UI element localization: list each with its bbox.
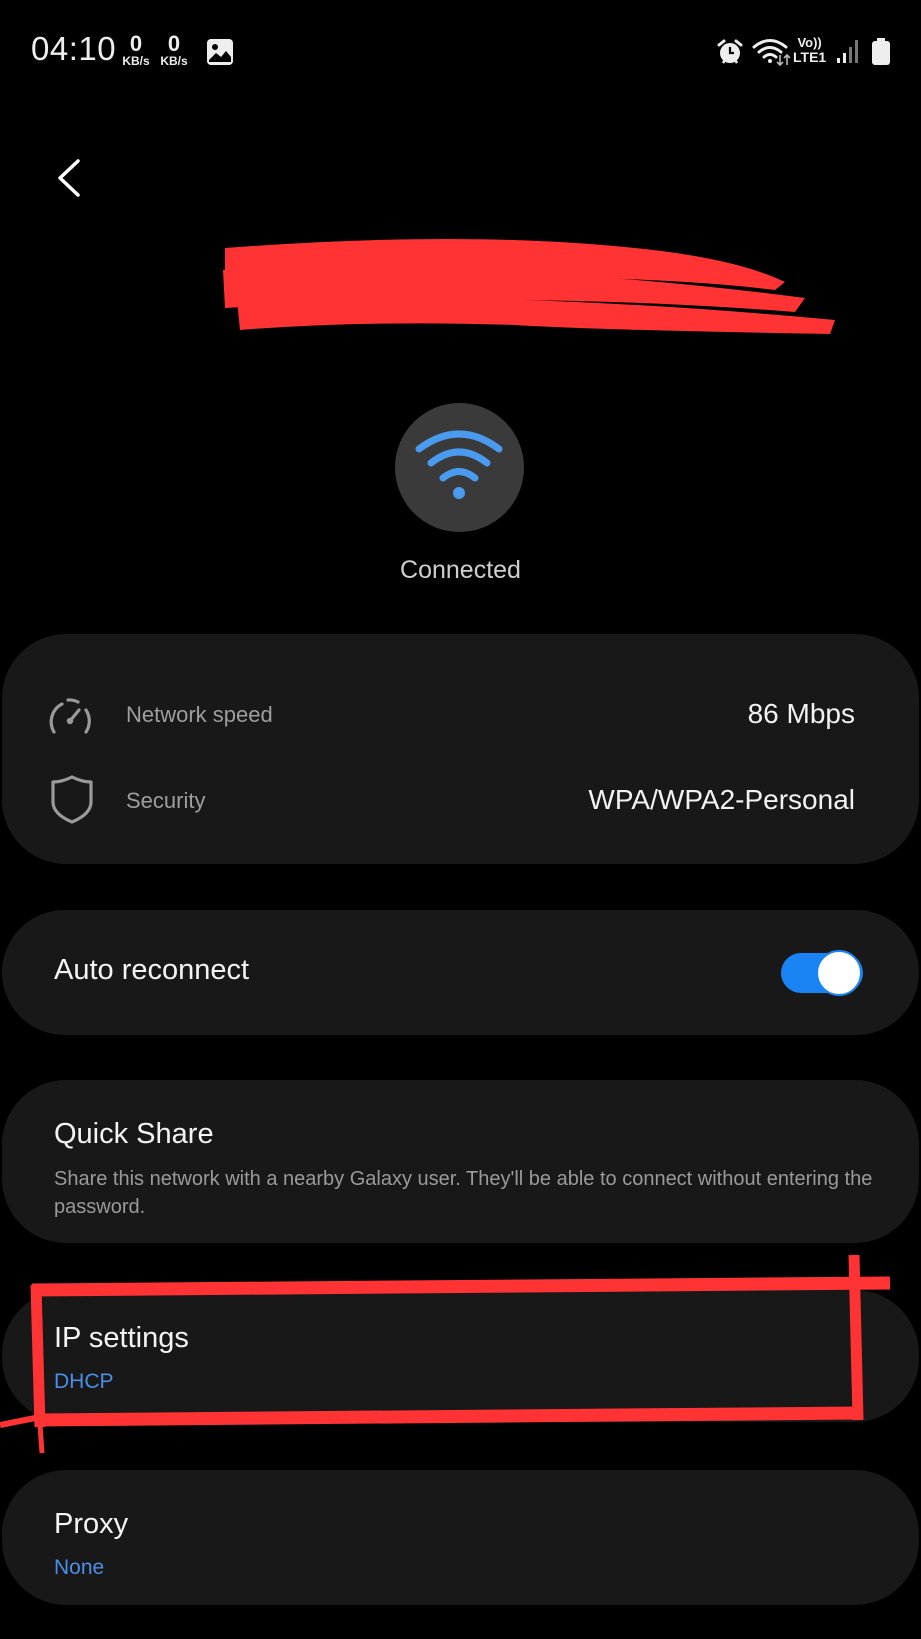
chevron-left-icon: [58, 159, 80, 197]
status-bar: 04:10 0 KB/s 0 KB/s Vo)) LTE1: [0, 0, 921, 100]
network-speed-row: Network speed 86 Mbps: [2, 686, 919, 746]
speedometer-icon: [46, 694, 94, 743]
alarm-icon: [716, 38, 744, 71]
quick-share-title: Quick Share: [54, 1118, 214, 1150]
network-speed-value: 86 Mbps: [747, 698, 855, 729]
security-label: Security: [126, 788, 206, 813]
wifi-icon: [415, 430, 503, 499]
status-time: 04:10: [31, 30, 117, 67]
proxy-row[interactable]: Proxy None: [2, 1470, 919, 1605]
battery-icon: [871, 38, 891, 71]
auto-reconnect-row[interactable]: Auto reconnect: [2, 910, 919, 1035]
network-speed-label: Network speed: [126, 702, 273, 727]
redaction-scribble: [223, 239, 835, 334]
volte-indicator: Vo)) LTE1: [793, 35, 827, 65]
signal-icon: [836, 39, 860, 70]
connection-status: Connected: [400, 556, 521, 584]
auto-reconnect-toggle[interactable]: [781, 950, 863, 996]
proxy-title: Proxy: [54, 1508, 129, 1540]
security-row: Security WPA/WPA2-Personal: [2, 772, 919, 832]
gallery-icon: [206, 38, 234, 71]
ip-settings-title: IP settings: [54, 1322, 189, 1354]
toggle-knob: [816, 950, 862, 996]
quick-share-row[interactable]: Quick Share Share this network with a ne…: [2, 1080, 919, 1243]
upload-rate: 0 KB/s: [160, 31, 188, 69]
security-value: WPA/WPA2-Personal: [588, 784, 855, 815]
wifi-icon: [752, 37, 792, 72]
shield-icon: [50, 774, 94, 829]
wifi-status-icon: [395, 403, 524, 532]
proxy-value: None: [54, 1556, 105, 1579]
network-info-card: Network speed 86 Mbps Security WPA/WPA2-…: [2, 634, 919, 864]
download-rate: 0 KB/s: [122, 31, 150, 69]
back-button[interactable]: [48, 155, 92, 199]
network-name: Redacted network name: [215, 230, 835, 397]
ip-settings-value: DHCP: [54, 1370, 114, 1393]
ip-settings-row[interactable]: IP settings DHCP: [2, 1290, 919, 1422]
quick-share-description: Share this network with a nearby Galaxy …: [54, 1168, 873, 1218]
auto-reconnect-label: Auto reconnect: [54, 954, 250, 986]
